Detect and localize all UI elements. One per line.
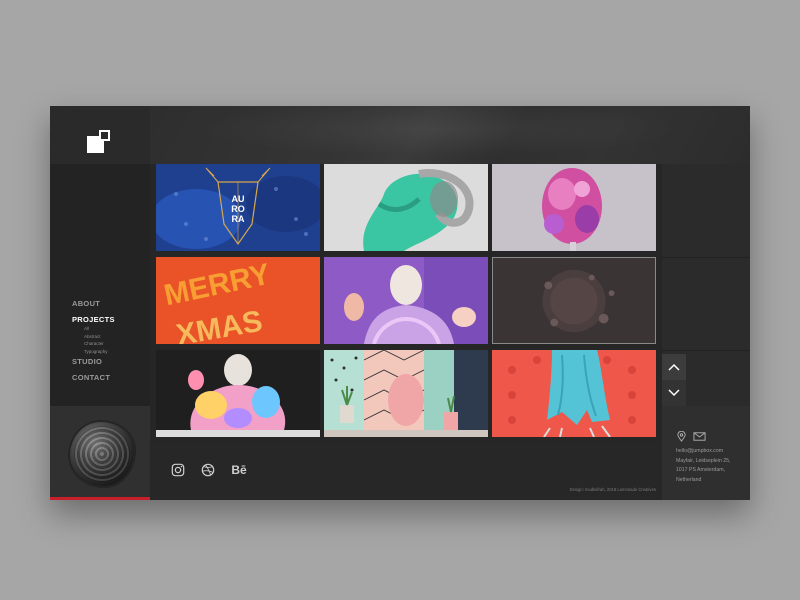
sidebar: ABOUT PROJECTS All Abstract Character Ty… bbox=[50, 106, 150, 500]
project-tile-merry-xmas[interactable]: MERRY XMAS bbox=[156, 257, 320, 344]
behance-icon[interactable]: Bē bbox=[230, 462, 248, 478]
square-logo-icon bbox=[87, 130, 110, 153]
portfolio-window: ABOUT PROJECTS All Abstract Character Ty… bbox=[50, 106, 750, 500]
contact-address-line1: Mayfair, Leidseplein 25, bbox=[676, 457, 731, 464]
logo[interactable] bbox=[50, 106, 150, 164]
chevron-down-icon bbox=[668, 389, 680, 397]
header-banner bbox=[150, 106, 750, 164]
accent-bar bbox=[50, 497, 150, 500]
svg-text:AU: AU bbox=[232, 194, 245, 204]
sub-item-typography[interactable]: Typography bbox=[84, 348, 108, 356]
contact-email[interactable]: hello@jumpbox.com bbox=[676, 447, 731, 457]
dribbble-icon[interactable] bbox=[200, 462, 216, 478]
design-credit: Design: mudleifrah, 2018 Lemonade Creati… bbox=[569, 487, 656, 492]
project-grid: AU RO RA MERRY XMAS bbox=[150, 164, 662, 442]
featured-thumbnail[interactable] bbox=[50, 406, 150, 500]
project-tile-aurora[interactable]: AU RO RA bbox=[156, 164, 320, 251]
social-links: Bē bbox=[170, 462, 248, 478]
nav-about[interactable]: ABOUT bbox=[72, 299, 100, 308]
sub-item-character[interactable]: Character bbox=[84, 340, 108, 348]
nav-projects[interactable]: PROJECTS bbox=[72, 315, 115, 324]
contact-address-line2: 1017 PS Amsterdam, bbox=[676, 467, 726, 474]
footer: Bē Design: mudleifrah, 2018 Lemonade Cre… bbox=[150, 442, 662, 500]
mail-icon[interactable] bbox=[693, 431, 706, 442]
scroll-up-button[interactable] bbox=[662, 354, 686, 380]
project-tile-colorful-bust[interactable] bbox=[156, 350, 320, 437]
project-tile-purple-bust[interactable] bbox=[324, 257, 488, 344]
scroll-down-button[interactable] bbox=[662, 380, 686, 406]
instagram-icon[interactable] bbox=[170, 462, 186, 478]
dark-sphere-image bbox=[68, 420, 136, 488]
nav-contact[interactable]: CONTACT bbox=[72, 373, 110, 382]
contact-info: hello@jumpbox.com Mayfair, Leidseplein 2… bbox=[662, 406, 750, 500]
sub-item-all[interactable]: All bbox=[84, 325, 108, 333]
project-tile-pink-abstract[interactable] bbox=[492, 164, 656, 251]
svg-text:RO: RO bbox=[231, 204, 245, 214]
project-tile-blue-drape[interactable] bbox=[492, 350, 656, 437]
location-pin-icon[interactable] bbox=[676, 431, 687, 442]
chevron-up-icon bbox=[668, 363, 680, 371]
contact-address-line3: Netherland bbox=[676, 476, 702, 483]
projects-submenu: All Abstract Character Typography bbox=[84, 325, 108, 355]
nav-studio[interactable]: STUDIO bbox=[72, 357, 102, 366]
project-tile-teal-sculpture[interactable] bbox=[324, 164, 488, 251]
project-tile-pattern-room[interactable] bbox=[324, 350, 488, 437]
sub-item-abstract[interactable]: Abstract bbox=[84, 333, 108, 341]
svg-text:RA: RA bbox=[232, 214, 245, 224]
project-tile-dark-sphere[interactable] bbox=[492, 257, 656, 344]
